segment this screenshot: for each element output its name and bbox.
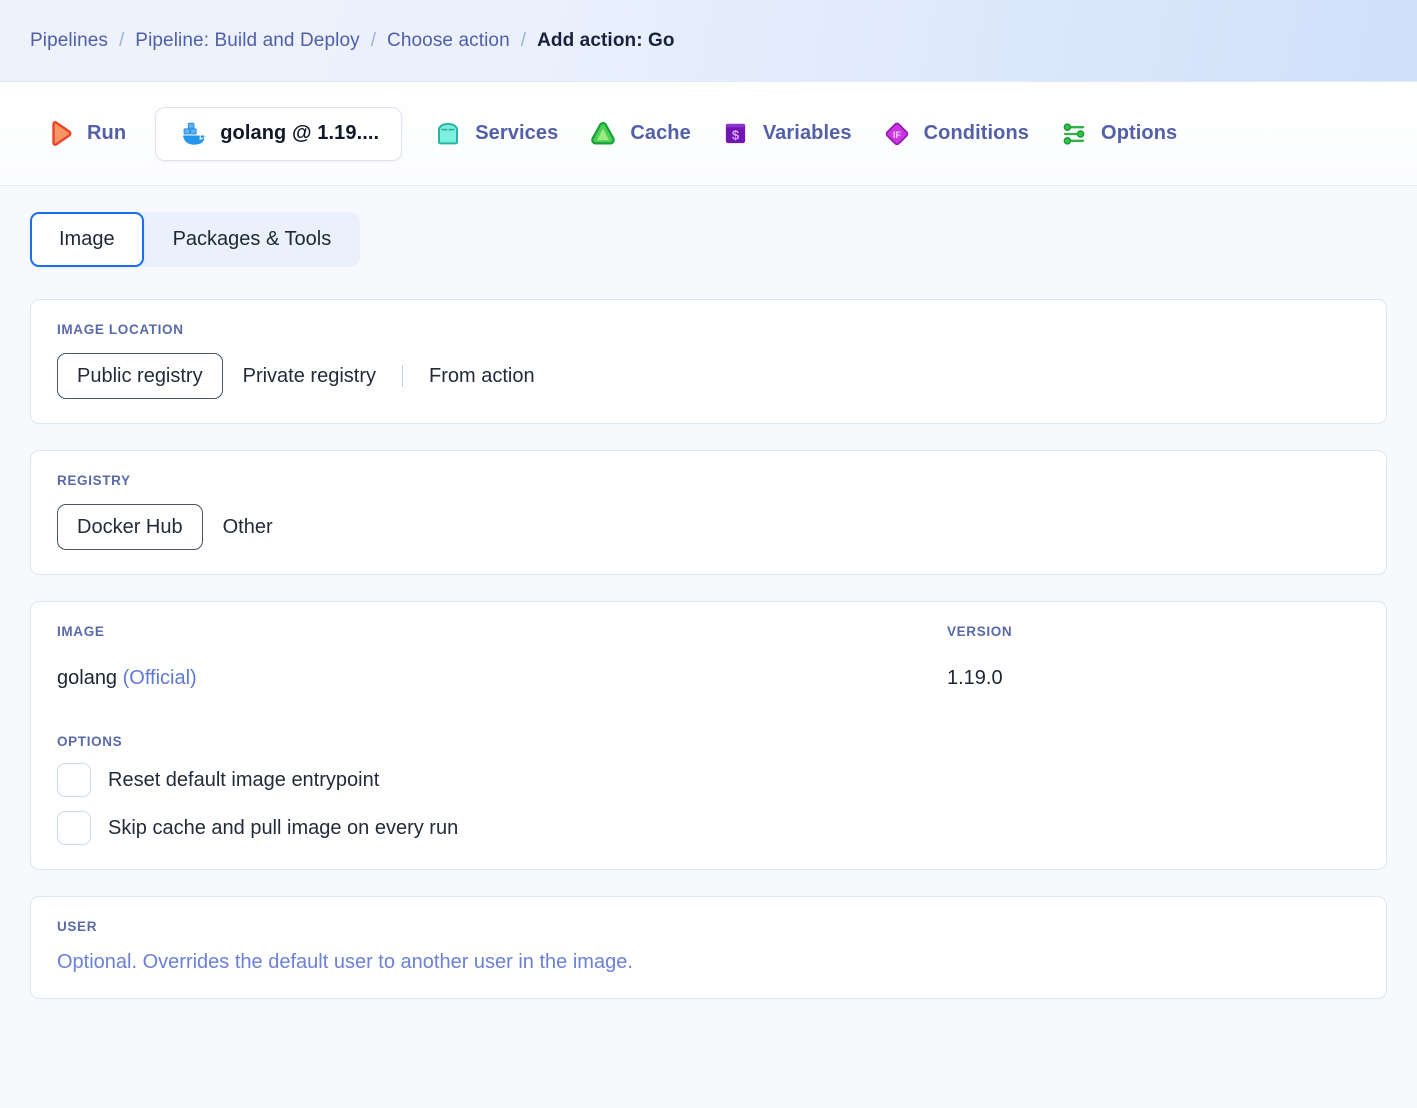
- conditions-if-diamond-icon: IF: [882, 119, 912, 149]
- config-tabs: Image Packages & Tools: [30, 212, 361, 267]
- image-options-label: Options: [57, 734, 123, 749]
- image-location-card: Image location Public registry Private r…: [30, 299, 1387, 424]
- toolbar-variables-label: Variables: [762, 122, 852, 144]
- checkbox-reset-default-image-entrypoint[interactable]: [57, 763, 91, 797]
- image-name-text: golang: [57, 667, 118, 689]
- registry-option-docker-hub[interactable]: Docker Hub: [57, 504, 203, 550]
- action-toolbar: Run golang @ 1.19.... Services Cache $ V…: [0, 82, 1417, 186]
- image-details-card: Image Version golang (Official) 1.19.0 O…: [30, 601, 1387, 870]
- image-official-badge: (Official): [122, 667, 197, 689]
- toolbar-cache-button[interactable]: Cache: [573, 110, 706, 158]
- tab-image[interactable]: Image: [30, 212, 144, 267]
- breadcrumb-item-pipeline-build-and-deploy[interactable]: Pipeline: Build and Deploy: [135, 30, 359, 52]
- registry-card: Registry Docker Hub Other: [30, 450, 1387, 575]
- options-sliders-icon: [1059, 119, 1089, 149]
- user-card: User Optional. Overrides the default use…: [30, 896, 1387, 999]
- cache-triangle-icon: [588, 119, 618, 149]
- image-version-value[interactable]: 1.19.0: [947, 667, 1360, 690]
- image-location-option-from-action[interactable]: From action: [409, 353, 555, 399]
- toolbar-options-button[interactable]: Options: [1044, 110, 1192, 158]
- breadcrumb-item-choose-action[interactable]: Choose action: [387, 30, 510, 52]
- checkbox-skip-cache-pull-image[interactable]: [57, 811, 91, 845]
- breadcrumb: Pipelines / Pipeline: Build and Deploy /…: [0, 0, 1417, 82]
- image-name-value[interactable]: golang (Official): [57, 667, 947, 690]
- option-reset-default-image-entrypoint-label: Reset default image entrypoint: [108, 768, 380, 791]
- image-details-header-row: Image Version: [57, 624, 1360, 639]
- toolbar-run-label: Run: [87, 122, 127, 144]
- image-details-value-row: golang (Official) 1.19.0: [57, 667, 1360, 690]
- user-label: User: [57, 919, 98, 934]
- breadcrumb-separator: /: [520, 29, 527, 51]
- breadcrumb-separator: /: [119, 29, 125, 51]
- toolbar-image-chip-label: golang @ 1.19....: [220, 122, 380, 144]
- toolbar-services-label: Services: [475, 122, 559, 144]
- registry-label: Registry: [57, 473, 131, 488]
- play-icon: [45, 119, 75, 149]
- svg-text:IF: IF: [893, 130, 902, 140]
- toolbar-cache-label: Cache: [630, 122, 691, 144]
- registry-option-other[interactable]: Other: [203, 504, 293, 550]
- toolbar-image-chip[interactable]: golang @ 1.19....: [155, 106, 403, 161]
- version-column-header: Version: [947, 624, 1013, 639]
- option-skip-cache-pull-image[interactable]: Skip cache and pull image on every run: [57, 811, 1360, 845]
- variables-dollar-icon: $: [721, 119, 751, 149]
- breadcrumb-item-add-action-go: Add action: Go: [537, 29, 675, 51]
- action-config-panel: Image Packages & Tools Image location Pu…: [0, 186, 1417, 999]
- toolbar-conditions-button[interactable]: IF Conditions: [867, 110, 1044, 158]
- image-location-option-public-registry[interactable]: Public registry: [57, 353, 223, 399]
- user-input[interactable]: Optional. Overrides the default user to …: [57, 950, 1360, 974]
- option-reset-default-image-entrypoint[interactable]: Reset default image entrypoint: [57, 763, 1360, 797]
- toolbar-options-label: Options: [1101, 122, 1178, 144]
- option-skip-cache-pull-image-label: Skip cache and pull image on every run: [108, 816, 459, 839]
- toolbar-run-button[interactable]: Run: [30, 110, 141, 158]
- image-location-label: Image location: [57, 322, 184, 337]
- breadcrumb-item-pipelines[interactable]: Pipelines: [30, 30, 108, 52]
- registry-choices: Docker Hub Other: [57, 504, 1360, 550]
- choice-divider: [401, 365, 403, 387]
- image-column-header: Image: [57, 624, 105, 639]
- tab-packages-and-tools[interactable]: Packages & Tools: [144, 212, 361, 267]
- docker-whale-icon: [178, 119, 208, 149]
- services-box-icon: [433, 119, 463, 149]
- toolbar-variables-button[interactable]: $ Variables: [706, 110, 867, 158]
- breadcrumb-separator: /: [370, 29, 376, 51]
- image-location-choices: Public registry Private registry From ac…: [57, 353, 1360, 399]
- toolbar-conditions-label: Conditions: [923, 122, 1030, 144]
- toolbar-services-button[interactable]: Services: [418, 110, 573, 158]
- image-location-option-private-registry[interactable]: Private registry: [223, 353, 396, 399]
- svg-text:$: $: [732, 127, 740, 142]
